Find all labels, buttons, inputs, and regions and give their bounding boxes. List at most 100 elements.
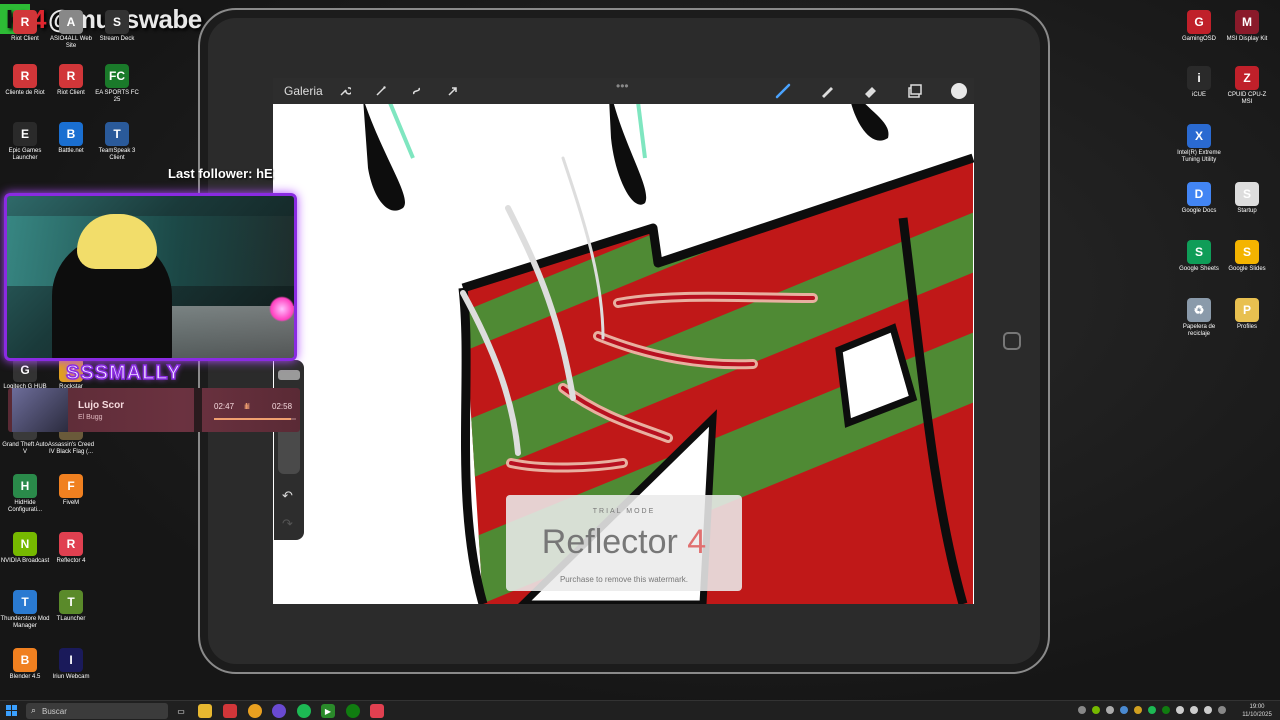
redo-icon[interactable]: ↷ [282,516,293,532]
riot-icon: R [13,64,37,88]
desktop-shortcut[interactable]: T TLauncher [46,590,96,623]
shortcut-label: GamingOSD [1181,36,1216,42]
desktop-shortcut[interactable]: S Stream Deck [92,10,142,43]
xbox-tray-icon[interactable] [1162,706,1170,714]
folder-icon: P [1235,298,1259,322]
more-dots-icon[interactable]: ••• [616,76,629,96]
nvidia-icon: N [13,532,37,556]
ghub-icon: G [13,358,37,382]
windows-start-icon[interactable] [6,705,18,717]
tray-icon[interactable] [1148,706,1156,714]
desktop-shortcut[interactable]: N NVIDIA Broadcast [0,532,50,565]
clock-time: 19:00 [1249,704,1265,710]
desktop-shortcut[interactable]: G GamingOSD [1174,10,1224,43]
shortcut-label: Iriun Webcam [52,674,90,680]
shortcut-label: Google Slides [1228,266,1266,272]
task-view-icon[interactable]: ▭ [174,704,188,718]
spotify-icon[interactable] [297,704,311,718]
tray-icon[interactable] [1106,706,1114,714]
desktop-shortcut[interactable]: H HidHide Configurati... [0,474,50,514]
shortcut-label: EA SPORTS FC 25 [95,90,139,103]
media-player-icon[interactable]: ▶ [321,704,335,718]
home-button-icon[interactable] [1003,332,1021,350]
tray-icon[interactable] [1218,706,1226,714]
tray-icon[interactable] [1078,706,1086,714]
desktop-shortcut[interactable]: A ASIO4ALL Web Site [46,10,96,50]
riot-icon: R [59,64,83,88]
desktop-shortcut[interactable]: R Riot Client [0,10,50,43]
tray-icon[interactable] [1120,706,1128,714]
shortcut-label: Thunderstore Mod Manager [0,616,50,629]
gallery-button[interactable]: Galeria [284,81,323,101]
desktop-shortcut[interactable]: FC EA SPORTS FC 25 [92,64,142,104]
desktop-shortcut[interactable]: E Epic Games Launcher [0,122,50,162]
search-box[interactable]: ⌕ Buscar [26,703,168,719]
progress-track [214,418,296,420]
slides-icon: S [1235,240,1259,264]
shortcut-label: Riot Client [57,90,85,96]
blender-icon: B [13,648,37,672]
obs-icon[interactable] [272,704,286,718]
reflector-watermark: TRIAL MODE Reflector 4 Purchase to remov… [506,495,742,591]
battery-icon[interactable] [1204,706,1212,714]
docs-icon: D [1187,182,1211,206]
file-explorer-icon[interactable] [198,704,212,718]
desktop-shortcut[interactable]: X Intel(R) Extreme Tuning Utility [1174,124,1224,164]
total-time: 02:58 [272,402,293,411]
desktop-shortcut[interactable]: S Google Sheets [1174,240,1224,273]
magic-wand-icon[interactable] [371,81,391,101]
xbox-icon[interactable] [346,704,360,718]
chrome-icon[interactable] [248,704,262,718]
streamer-name: SSSMALLY [65,361,182,385]
system-clock[interactable]: 19:00 11/10/2025 [1240,703,1274,719]
undo-icon[interactable]: ↶ [282,488,293,504]
shortcut-label: Epic Games Launcher [8,148,42,161]
last-follower-label: Last follower: hE [168,166,273,181]
desktop-shortcut[interactable]: ♻ Papelera de reciclaje [1174,298,1224,338]
desktop-shortcut[interactable]: T Thunderstore Mod Manager [0,590,50,630]
tray-icon[interactable] [1134,706,1142,714]
layers-icon[interactable] [905,81,925,101]
shortcut-label: NVIDIA Broadcast [0,558,50,564]
desktop-shortcut[interactable]: D Google Docs [1174,182,1224,215]
desktop-shortcut[interactable]: F FiveM [46,474,96,507]
shortcut-label: Cliente de Riot [5,90,45,96]
smudge-icon[interactable] [817,81,837,101]
desktop-shortcut[interactable]: R Cliente de Riot [0,64,50,97]
search-icon: ⌕ [31,705,37,715]
transform-arrow-icon[interactable] [443,81,463,101]
color-icon[interactable] [949,81,969,101]
tlauncher-icon: T [59,590,83,614]
network-icon[interactable] [1176,706,1184,714]
desktop-shortcut[interactable]: I Iriun Webcam [46,648,96,681]
modify-button[interactable] [278,370,300,380]
selection-icon[interactable] [407,81,427,101]
volume-icon[interactable] [1190,706,1198,714]
brush-icon[interactable] [773,81,793,101]
shortcut-label: Reflector 4 [56,558,86,564]
desktop-shortcut[interactable]: P Profiles [1222,298,1272,331]
shortcut-label: FiveM [62,500,80,506]
desktop-shortcut[interactable]: S Startup [1222,182,1272,215]
desktop-shortcut[interactable]: G Logitech G HUB [0,358,50,391]
desktop-shortcut[interactable]: B Battle.net [46,122,96,155]
shortcut-label: Grand Theft Auto V [2,442,48,455]
reflector-taskbar-icon[interactable] [370,704,384,718]
desktop-shortcut[interactable]: M MSI Display Kit [1222,10,1272,43]
webcam-light [269,296,294,322]
wrench-icon[interactable] [335,81,355,101]
nvidia-tray-icon[interactable] [1092,706,1100,714]
desktop-shortcut[interactable]: B Blender 4.5 [0,648,50,681]
widget-separator [194,388,202,432]
desktop-shortcut[interactable]: i iCUE [1174,66,1224,99]
thunderstore-icon: T [13,590,37,614]
desktop-shortcut[interactable]: S Google Slides [1222,240,1272,273]
riot-taskbar-icon[interactable] [223,704,237,718]
shortcut-label: Assassin's Creed IV Black Flag (... [47,442,95,455]
desktop-shortcut[interactable]: Z CPUID CPU-Z MSI [1222,66,1272,106]
eraser-icon[interactable] [861,81,881,101]
shortcut-label: Google Sheets [1179,266,1219,272]
desktop-shortcut[interactable]: T TeamSpeak 3 Client [92,122,142,162]
desktop-shortcut[interactable]: R Reflector 4 [46,532,96,565]
desktop-shortcut[interactable]: R Riot Client [46,64,96,97]
